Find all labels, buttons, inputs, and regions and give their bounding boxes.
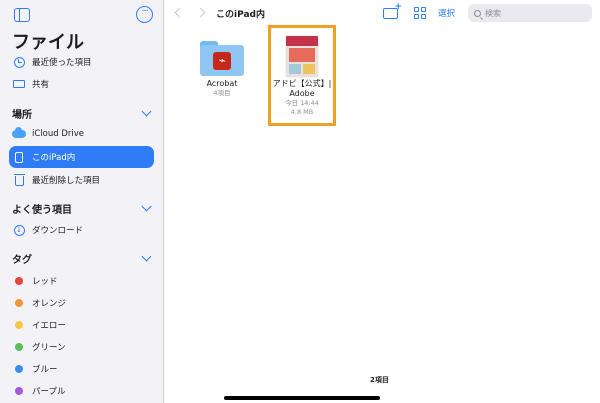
new-folder-icon[interactable]	[383, 2, 402, 19]
grid-view-icon[interactable]	[414, 7, 426, 19]
red-tag-dot-icon	[15, 277, 23, 285]
sidebar-item-label: iCloud Drive	[32, 129, 85, 139]
trash-icon	[13, 174, 25, 186]
document-thumbnail[interactable]	[286, 36, 318, 77]
file-name-line1: アドビ【公式】|	[272, 79, 332, 88]
sidebar-item-recents[interactable]: 最近使った項目	[12, 51, 153, 73]
sidebar-item-label: レッド	[32, 277, 58, 287]
folder-acrobat-icon[interactable]: ⌁	[200, 41, 244, 76]
sidebar-item-label: このiPad内	[32, 153, 76, 163]
sidebar-item-downloads[interactable]: ↓ ダウンロード	[12, 219, 153, 241]
orange-tag-dot-icon	[15, 299, 23, 307]
sidebar: ··· ファイル 最近使った項目 共有 場所 iCloud Drive このiP…	[0, 0, 164, 403]
blue-tag-dot-icon	[15, 365, 23, 373]
select-button[interactable]: 選択	[438, 7, 455, 19]
more-options-icon[interactable]: ···	[136, 6, 153, 23]
purple-tag-dot-icon	[15, 387, 23, 395]
clock-icon	[13, 56, 25, 68]
file-item-acrobat[interactable]: Acrobat 4項目	[192, 79, 252, 98]
ipad-icon	[15, 151, 23, 163]
sidebar-tag-purple[interactable]: パープル	[12, 380, 153, 402]
section-header: 場所	[12, 109, 32, 121]
page-title: このiPad内	[216, 10, 265, 20]
sidebar-item-label: ダウンロード	[32, 226, 84, 236]
sidebar-item-label: ブルー	[32, 365, 58, 375]
file-meta: 4項目	[213, 89, 231, 97]
section-favorites[interactable]: よく使う項目	[12, 200, 153, 216]
sidebar-item-label: イエロー	[32, 321, 66, 331]
sidebar-toggle-icon[interactable]	[14, 8, 30, 22]
chevron-down-icon	[141, 251, 152, 261]
sidebar-tag-red[interactable]: レッド	[12, 270, 153, 292]
chevron-down-icon	[141, 201, 152, 211]
yellow-tag-dot-icon	[15, 321, 23, 329]
search-placeholder: 検索	[485, 8, 501, 18]
file-item-adobe[interactable]: アドビ【公式】| Adobe 今日 14:44 4.8 MB	[270, 79, 334, 117]
sidebar-tag-orange[interactable]: オレンジ	[12, 292, 153, 314]
home-indicator[interactable]	[224, 396, 380, 400]
sidebar-tag-green[interactable]: グリーン	[12, 336, 153, 358]
sidebar-item-icloud-drive[interactable]: iCloud Drive	[12, 123, 153, 145]
sidebar-item-on-my-ipad[interactable]: このiPad内	[9, 146, 154, 168]
download-icon: ↓	[13, 224, 25, 236]
search-input[interactable]: 検索	[468, 4, 592, 22]
shared-folder-icon	[13, 80, 25, 88]
sidebar-item-label: 共有	[32, 80, 50, 90]
sidebar-tag-blue[interactable]: ブルー	[12, 358, 153, 380]
sidebar-item-label: 最近削除した項目	[32, 176, 101, 186]
icloud-icon	[12, 127, 26, 138]
sidebar-item-label: グリーン	[32, 343, 66, 353]
sidebar-item-label: パープル	[32, 387, 66, 397]
sidebar-tag-yellow[interactable]: イエロー	[12, 314, 153, 336]
sidebar-item-label: オレンジ	[32, 299, 67, 309]
sidebar-item-label: 最近使った項目	[32, 58, 92, 68]
file-date: 今日 14:44	[285, 99, 319, 107]
section-tags[interactable]: タグ	[12, 250, 153, 266]
acrobat-logo-icon: ⌁	[213, 52, 231, 70]
chevron-down-icon	[141, 106, 152, 116]
section-header: タグ	[12, 254, 32, 266]
section-locations[interactable]: 場所	[12, 105, 153, 121]
item-count: 2項目	[370, 376, 389, 384]
sidebar-item-shared[interactable]: 共有	[12, 73, 153, 95]
section-header: よく使う項目	[12, 204, 72, 216]
file-name: Acrobat	[206, 79, 238, 88]
sidebar-item-recently-deleted[interactable]: 最近削除した項目	[12, 169, 153, 191]
search-icon	[474, 9, 481, 17]
file-size: 4.8 MB	[290, 108, 314, 116]
file-name-line2: Adobe	[289, 89, 315, 98]
green-tag-dot-icon	[15, 343, 23, 351]
